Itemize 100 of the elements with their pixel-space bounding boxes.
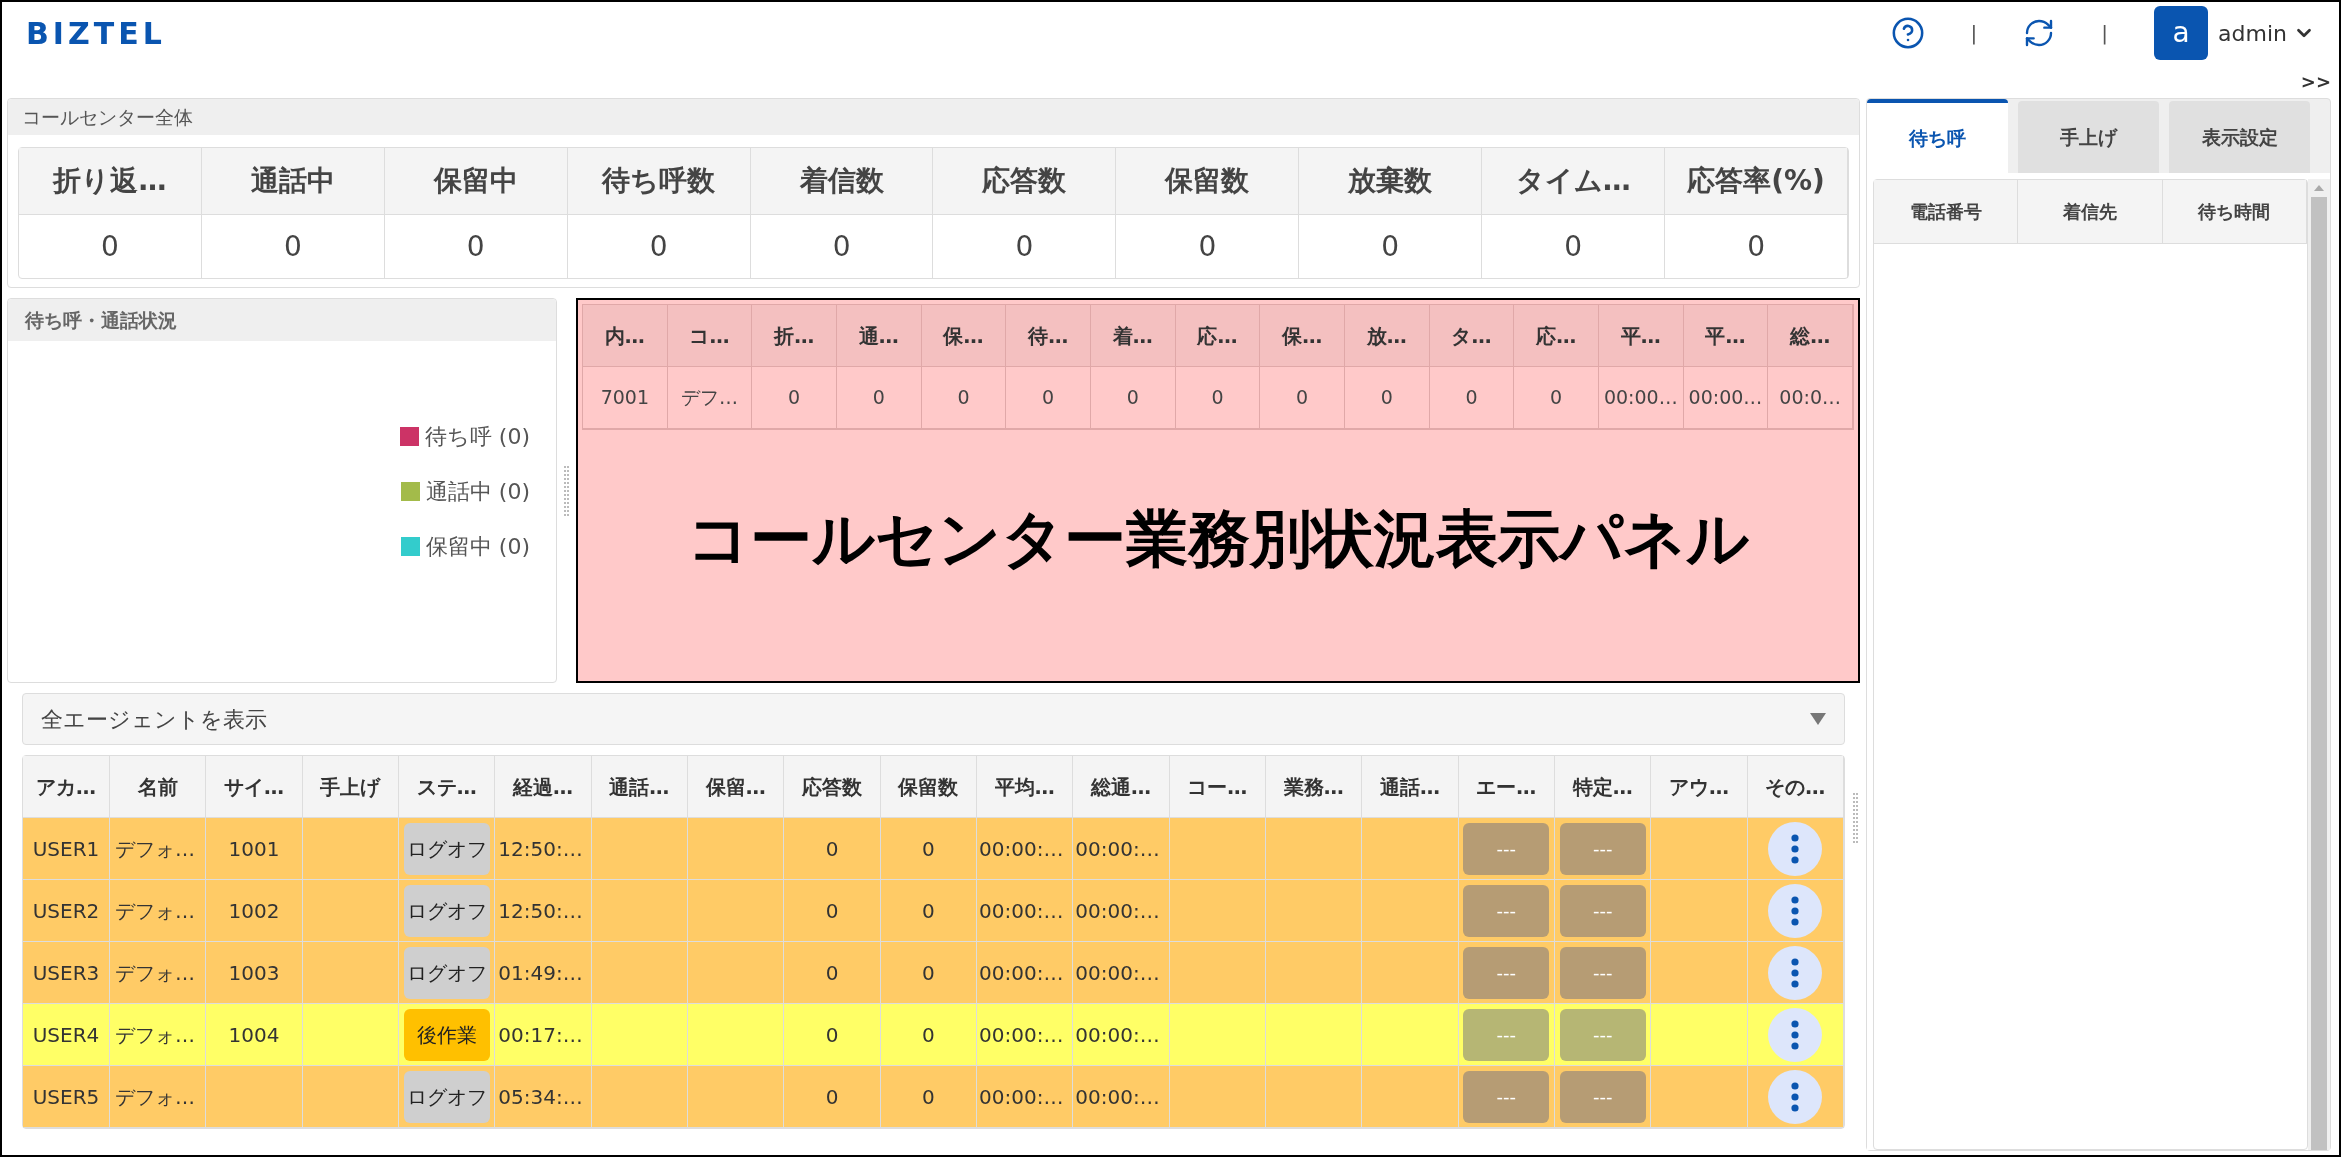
panel-label: コールセンター業務別状況表示パネル — [687, 501, 1749, 577]
table-cell: 0 — [1482, 215, 1666, 278]
table-cell: 0 — [880, 942, 977, 1004]
resize-grip[interactable] — [1853, 793, 1858, 843]
table-cell: 0 — [384, 215, 568, 278]
column-header: その… — [1747, 756, 1844, 818]
action-button[interactable]: --- — [1463, 884, 1550, 937]
table-cell: 0 — [1665, 215, 1848, 278]
action-button[interactable]: --- — [1559, 884, 1646, 937]
collapse-toggle[interactable]: >> — [2300, 67, 2331, 95]
column-header: 応… — [1175, 305, 1261, 367]
column-header: 保留数 — [1116, 148, 1300, 215]
column-header: 手上げ — [302, 756, 399, 818]
table-cell: 0 — [1116, 215, 1300, 278]
column-header: 保留… — [688, 756, 785, 818]
column-header: 保留中 — [384, 148, 568, 215]
column-header: ステ… — [399, 756, 496, 818]
more-options-button[interactable] — [1768, 883, 1823, 938]
resize-grip[interactable] — [564, 465, 569, 516]
action-button[interactable]: --- — [1463, 1070, 1550, 1123]
column-header: コ… — [667, 305, 753, 367]
legend-label: 待ち呼 (0) — [424, 423, 530, 451]
column-header: 保… — [921, 305, 1007, 367]
column-header: 応答数 — [784, 756, 881, 818]
column-header: 着… — [1091, 305, 1176, 367]
scrollbar[interactable] — [2308, 179, 2330, 1150]
table-cell: 0 — [784, 818, 881, 880]
table-cell: 0 — [19, 215, 202, 278]
table-cell: 0 — [784, 1004, 881, 1066]
action-button[interactable]: --- — [1463, 1008, 1550, 1061]
table-cell: 7001 — [583, 367, 668, 429]
help-icon[interactable] — [1890, 16, 1925, 50]
action-button[interactable]: --- — [1559, 1070, 1646, 1123]
column-header: タ… — [1429, 305, 1515, 367]
table-cell: デフォ… — [110, 880, 207, 942]
tab[interactable]: 手上げ — [2018, 101, 2159, 173]
column-header: 名前 — [110, 756, 207, 818]
column-header: 待ち時間 — [2162, 180, 2307, 244]
tab[interactable]: 待ち呼 — [1867, 99, 2008, 173]
table-cell: 00:00:… — [977, 818, 1074, 880]
scrollbar-thumb[interactable] — [2311, 197, 2327, 1150]
table-cell: 00:00… — [1683, 367, 1769, 429]
table-cell: 0 — [880, 880, 977, 942]
column-header: 応答率(%) — [1665, 148, 1848, 215]
action-button[interactable]: --- — [1463, 822, 1550, 875]
table-cell: 0 — [921, 367, 1007, 429]
status-badge: ログオフ — [403, 884, 490, 937]
tab[interactable]: 表示設定 — [2169, 101, 2310, 173]
column-header: 通話… — [591, 756, 688, 818]
table-cell: 00:17:… — [495, 1004, 592, 1066]
vertical-dots-icon — [1791, 895, 1800, 926]
table-cell: 0 — [750, 215, 934, 278]
more-options-button[interactable] — [1768, 945, 1823, 1000]
table-cell: 1002 — [206, 880, 303, 942]
action-button[interactable]: --- — [1559, 822, 1646, 875]
table-cell: 05:34:… — [495, 1066, 592, 1128]
column-header: 通… — [837, 305, 922, 367]
table-cell: デフォ… — [110, 1004, 207, 1066]
more-options-button[interactable] — [1768, 1069, 1823, 1124]
column-header: 待… — [1006, 305, 1091, 367]
table-cell: 0 — [1514, 367, 1599, 429]
action-button[interactable]: --- — [1559, 1008, 1646, 1061]
table-cell: 00:00… — [1599, 367, 1684, 429]
column-header: 折り返… — [19, 148, 202, 215]
table-cell: 0 — [837, 367, 922, 429]
status-badge: ログオフ — [403, 822, 490, 875]
column-header: アカ… — [23, 756, 110, 818]
table-cell: USER1 — [23, 818, 110, 880]
table-cell: 0 — [201, 215, 385, 278]
table-cell: 0 — [880, 818, 977, 880]
action-button[interactable]: --- — [1559, 946, 1646, 999]
table-cell: 00:00:… — [1073, 818, 1170, 880]
table-cell: 00:00:… — [977, 1066, 1074, 1128]
action-button[interactable]: --- — [1463, 946, 1550, 999]
table-cell: 0 — [1345, 367, 1430, 429]
table-cell: USER5 — [23, 1066, 110, 1128]
column-header: 電話番号 — [1874, 180, 2019, 244]
panel-title: 待ち呼・通話状況 — [25, 307, 177, 333]
user-name[interactable]: admin — [2218, 16, 2287, 50]
column-header: 待ち呼数 — [567, 148, 751, 215]
column-header: 保… — [1260, 305, 1345, 367]
column-header: 応… — [1514, 305, 1599, 367]
avatar[interactable]: a — [2154, 6, 2209, 60]
dropdown-triangle-icon — [1810, 713, 1826, 725]
column-header: 平均… — [977, 756, 1074, 818]
column-header: 通話中 — [201, 148, 385, 215]
vertical-dots-icon — [1791, 1019, 1800, 1050]
vertical-dots-icon — [1791, 1081, 1800, 1112]
table-cell: 00:00:… — [977, 880, 1074, 942]
more-options-button[interactable] — [1768, 821, 1823, 876]
column-header: 放棄数 — [1299, 148, 1483, 215]
column-header: 応答数 — [933, 148, 1117, 215]
table-cell: 0 — [1260, 367, 1345, 429]
table-cell: 00:0… — [1768, 367, 1853, 429]
column-header: 折… — [752, 305, 837, 367]
table-cell: 00:00:… — [1073, 880, 1170, 942]
more-options-button[interactable] — [1768, 1007, 1823, 1062]
column-header: 着信先 — [2018, 180, 2163, 244]
agent-filter-dropdown[interactable]: 全エージェントを表示 — [22, 693, 1845, 745]
table-cell: デフォ… — [110, 942, 207, 1004]
